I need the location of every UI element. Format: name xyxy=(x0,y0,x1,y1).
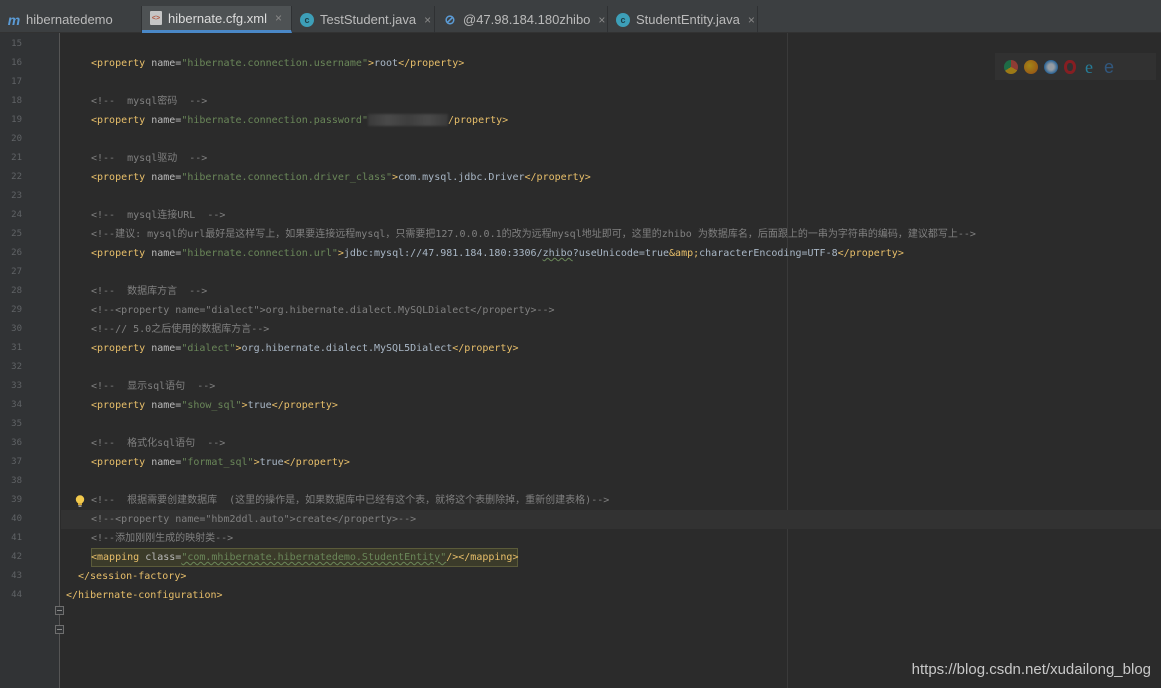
tab-studententity-java[interactable]: c StudentEntity.java × xyxy=(608,6,758,33)
code-line-25: <!--建议: mysql的url最好是这样写上，如果要连接远程mysql，只需… xyxy=(91,229,976,240)
line-number: 30 xyxy=(11,324,22,334)
line-number: 41 xyxy=(11,533,22,543)
java-class-icon: c xyxy=(300,12,314,27)
line-number: 27 xyxy=(11,267,22,277)
ie-icon[interactable]: e xyxy=(1082,58,1096,76)
line-number: 35 xyxy=(11,419,22,429)
chrome-icon[interactable] xyxy=(1004,59,1018,74)
line-number: 36 xyxy=(11,438,22,448)
code-line-43: </session-factory> xyxy=(78,571,187,582)
line-number: 39 xyxy=(11,495,22,505)
code-line-19: <property name="hibernate.connection.pas… xyxy=(91,114,509,126)
opera-icon[interactable] xyxy=(1064,59,1076,74)
line-number: 42 xyxy=(11,552,22,562)
close-icon[interactable]: × xyxy=(424,13,431,27)
code-line-33: <!-- 显示sql语句 --> xyxy=(91,381,216,392)
line-number: 28 xyxy=(11,286,22,296)
code-line-21: <!-- mysql驱动 --> xyxy=(91,153,208,164)
code-line-24: <!-- mysql连接URL --> xyxy=(91,210,226,221)
edge-icon[interactable]: e xyxy=(1102,58,1116,76)
code-line-18: <!-- mysql密码 --> xyxy=(91,96,208,107)
line-number: 16 xyxy=(11,58,22,68)
safari-icon[interactable] xyxy=(1044,59,1058,74)
code-line-34: <property name="show_sql">true</property… xyxy=(91,400,338,411)
line-number: 44 xyxy=(11,590,22,600)
line-number-gutter[interactable]: 15 16 17 18 19 20 21 22 23 24 25 26 27 2… xyxy=(0,33,64,688)
browser-preview-bar: e e xyxy=(995,53,1156,80)
code-line-42: <mapping class="com.mhibernate.hibernate… xyxy=(91,548,519,567)
line-number: 32 xyxy=(11,362,22,372)
tab-hibernatedemo[interactable]: m hibernatedemo xyxy=(0,6,142,33)
close-icon[interactable]: × xyxy=(748,13,755,27)
tab-label: StudentEntity.java xyxy=(636,12,740,27)
line-number: 20 xyxy=(11,134,22,144)
line-number: 17 xyxy=(11,77,22,87)
code-line-44: </hibernate-configuration> xyxy=(66,590,223,601)
line-number: 34 xyxy=(11,400,22,410)
line-number: 40 xyxy=(11,514,22,524)
code-line-22: <property name="hibernate.connection.dri… xyxy=(91,172,591,183)
editor-tab-bar: m hibernatedemo <> hibernate.cfg.xml × c… xyxy=(0,0,1161,33)
line-number: 19 xyxy=(11,115,22,125)
code-line-29: <!--<property name="dialect">org.hiberna… xyxy=(91,305,555,316)
code-line-16: <property name="hibernate.connection.use… xyxy=(91,58,465,69)
watermark-url: https://blog.csdn.net/xudailong_blog xyxy=(911,661,1151,678)
xml-file-icon: <> xyxy=(150,11,162,25)
tab-hibernate-cfg-xml[interactable]: <> hibernate.cfg.xml × xyxy=(142,6,292,33)
code-line-40: <!--<property name="hbm2ddl.auto">create… xyxy=(91,514,417,525)
close-icon[interactable]: × xyxy=(598,13,605,27)
tab-database-console[interactable]: ⊘ @47.98.184.180zhibo × xyxy=(435,6,608,33)
code-line-36: <!-- 格式化sql语句 --> xyxy=(91,438,226,449)
line-number: 24 xyxy=(11,210,22,220)
line-number: 18 xyxy=(11,96,22,106)
line-number: 33 xyxy=(11,381,22,391)
code-line-39: <!-- 根据需要创建数据库 (这里的操作是，如果数据库中已经有这个表，就将这个… xyxy=(91,495,610,506)
code-line-26: <property name="hibernate.connection.url… xyxy=(91,248,904,259)
tab-label: hibernate.cfg.xml xyxy=(168,10,267,26)
java-class-icon: c xyxy=(616,12,630,27)
line-number: 26 xyxy=(11,248,22,258)
line-number: 38 xyxy=(11,476,22,486)
line-number: 43 xyxy=(11,571,22,581)
tab-label: TestStudent.java xyxy=(320,12,417,27)
code-line-41: <!--添加刚刚生成的映射类--> xyxy=(91,533,234,544)
close-icon[interactable]: × xyxy=(275,11,282,25)
line-number: 25 xyxy=(11,229,22,239)
code-line-28: <!-- 数据库方言 --> xyxy=(91,286,208,297)
line-number: 29 xyxy=(11,305,22,315)
code-editor[interactable]: <property name="hibernate.connection.use… xyxy=(61,33,1161,688)
redacted-password xyxy=(367,114,448,126)
line-number: 37 xyxy=(11,457,22,467)
line-number: 22 xyxy=(11,172,22,182)
code-line-37: <property name="format_sql">true</proper… xyxy=(91,457,350,468)
tab-label: hibernatedemo xyxy=(26,12,113,27)
line-number: 31 xyxy=(11,343,22,353)
line-number: 15 xyxy=(11,39,22,49)
line-number: 23 xyxy=(11,191,22,201)
module-m-icon: m xyxy=(7,11,21,28)
tab-label: @47.98.184.180zhibo xyxy=(463,12,591,27)
tab-teststudent-java[interactable]: c TestStudent.java × xyxy=(292,6,435,33)
code-line-30: <!--// 5.0之后使用的数据库方言--> xyxy=(91,324,270,335)
right-margin-guide xyxy=(787,33,788,688)
code-line-31: <property name="dialect">org.hibernate.d… xyxy=(91,343,519,354)
database-console-icon: ⊘ xyxy=(444,11,456,27)
firefox-icon[interactable] xyxy=(1024,59,1038,74)
line-number: 21 xyxy=(11,153,22,163)
